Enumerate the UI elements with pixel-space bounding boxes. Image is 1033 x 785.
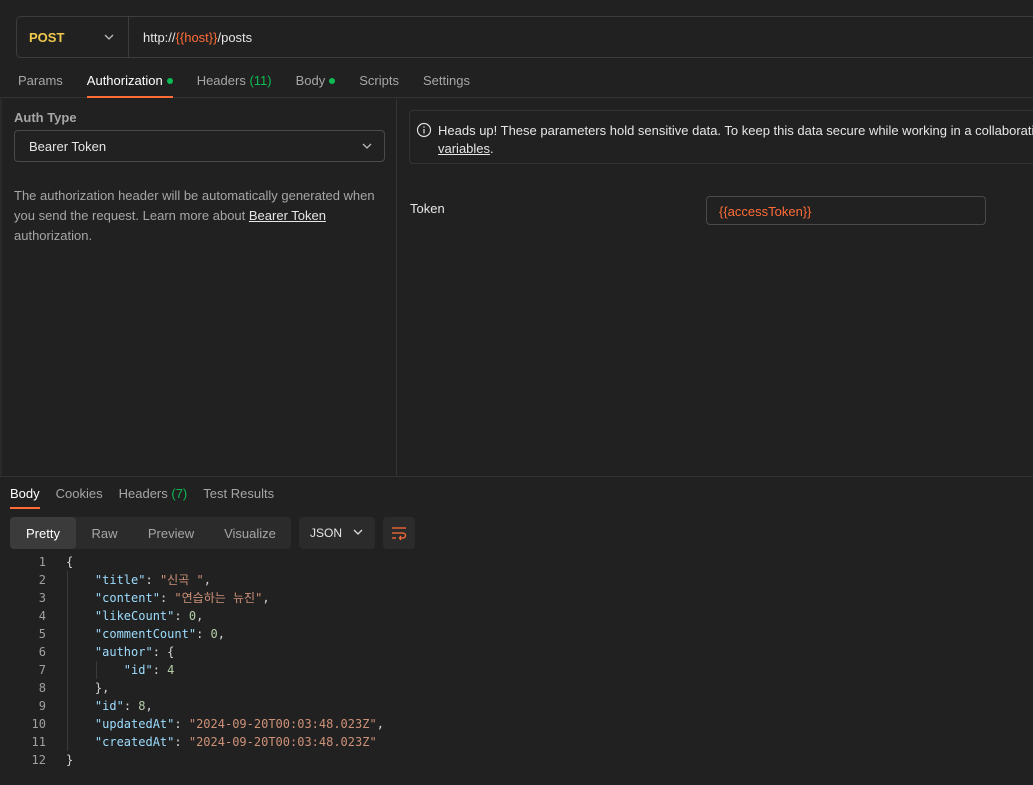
tab-label: Params: [18, 73, 63, 88]
code-line: 9 "id": 8,: [0, 697, 1033, 715]
code-line: 12}: [0, 751, 1033, 769]
code-line: 7 "id": 4: [0, 661, 1033, 679]
bearer-token-link[interactable]: Bearer Token: [249, 208, 326, 223]
token-input[interactable]: {{accessToken}}: [706, 196, 986, 225]
tab-label: Body: [295, 73, 326, 88]
tab-params[interactable]: Params: [18, 62, 63, 98]
code-line: 6 "author": {: [0, 643, 1033, 661]
response-body-editor[interactable]: 1{2 "title": "신곡 ", 3 "content": "연습하는 뉴진…: [0, 553, 1033, 769]
wrap-lines-icon: [392, 527, 407, 541]
code-text: "title": "신곡 ",: [94, 573, 211, 587]
wrap-lines-button[interactable]: [383, 517, 415, 549]
view-pretty[interactable]: Pretty: [10, 517, 76, 549]
format-select[interactable]: JSON: [299, 517, 375, 549]
tab-label: Headers: [196, 73, 246, 88]
code-text: "commentCount": 0,: [94, 627, 225, 641]
code-line: 3 "content": "연습하는 뉴진",: [0, 589, 1033, 607]
line-number: 7: [38, 663, 46, 677]
line-number: 2: [38, 573, 46, 587]
alert-line: Heads up! These parameters hold sensitiv…: [438, 123, 1033, 138]
line-number: 10: [31, 717, 46, 731]
code-text: "likeCount": 0,: [94, 609, 204, 623]
line-number: 3: [38, 591, 46, 605]
code-text: "content": "연습하는 뉴진",: [94, 591, 270, 605]
method-label: POST: [29, 29, 65, 45]
url-suffix: /posts: [217, 29, 253, 45]
code-text: {: [66, 555, 74, 569]
code-text: "id": 8,: [94, 699, 153, 713]
alert-line-end: .: [490, 141, 494, 156]
line-number: 6: [38, 645, 46, 659]
method-select[interactable]: POST: [17, 17, 129, 57]
tab-label: Headers: [118, 486, 168, 501]
chevron-down-icon: [362, 143, 372, 149]
token-label: Token: [410, 201, 445, 216]
sensitive-data-alert: Heads up! These parameters hold sensitiv…: [409, 110, 1033, 164]
tab-response-body[interactable]: Body: [10, 477, 40, 509]
code-line: 5 "commentCount": 0,: [0, 625, 1033, 643]
tab-count: (7): [171, 486, 188, 501]
auth-type-value: Bearer Token: [29, 138, 107, 154]
view-visualize[interactable]: Visualize: [209, 517, 291, 549]
tab-label: Settings: [422, 73, 470, 88]
tab-label: Authorization: [86, 73, 163, 88]
auth-settings-pane: Auth Type Bearer Token The authorization…: [0, 99, 397, 476]
line-number: 11: [31, 735, 46, 749]
code-text: "id": 4: [123, 663, 175, 677]
code-text: "createdAt": "2024-09-20T00:03:48.023Z": [94, 735, 377, 749]
code-line: 1{: [0, 553, 1033, 571]
tab-label: Scripts: [359, 73, 399, 88]
tab-cookies[interactable]: Cookies: [56, 477, 103, 509]
line-number: 8: [38, 681, 46, 695]
format-value: JSON: [310, 526, 343, 540]
tab-authorization[interactable]: Authorization: [86, 62, 173, 98]
tab-label: Body: [10, 486, 40, 501]
code-line: 8 },: [0, 679, 1033, 697]
tab-count: (11): [249, 73, 272, 88]
line-number: 12: [31, 753, 46, 767]
line-number: 4: [38, 609, 46, 623]
status-dot: [329, 78, 336, 84]
auth-description: The authorization header will be automat…: [14, 186, 386, 246]
auth-type-select[interactable]: Bearer Token: [14, 130, 385, 162]
code-text: },: [66, 681, 110, 695]
code-line: 10 "updatedAt": "2024-09-20T00:03:48.023…: [0, 715, 1033, 733]
tab-label: Test Results: [203, 486, 275, 501]
view-preview[interactable]: Preview: [133, 517, 209, 549]
line-number: 5: [38, 627, 46, 641]
url-bar: POST http://{{host}}/posts: [16, 16, 1033, 58]
tab-headers[interactable]: Headers (11): [197, 62, 272, 98]
tab-body[interactable]: Body: [296, 62, 336, 98]
request-tabs: Params Authorization Headers (11) Body S…: [0, 62, 1033, 98]
view-mode-segmented: Pretty Raw Preview Visualize: [10, 517, 291, 549]
tab-response-headers[interactable]: Headers (7): [119, 477, 188, 509]
url-variable: {{host}}: [175, 29, 218, 45]
chevron-down-icon: [104, 34, 114, 40]
alert-text: Heads up! These parameters hold sensitiv…: [438, 122, 1033, 158]
line-number: 9: [38, 699, 46, 713]
info-icon: [416, 122, 432, 138]
code-text: "author": {: [94, 645, 175, 659]
line-number: 1: [38, 555, 46, 569]
code-line: 11 "createdAt": "2024-09-20T00:03:48.023…: [0, 733, 1033, 751]
auth-type-label: Auth Type: [14, 110, 77, 125]
url-prefix: http://: [143, 29, 176, 45]
code-text: "updatedAt": "2024-09-20T00:03:48.023Z",: [94, 717, 384, 731]
tab-settings[interactable]: Settings: [423, 62, 470, 98]
status-dot: [166, 78, 173, 84]
url-input[interactable]: http://{{host}}/posts: [129, 30, 252, 45]
code-line: 4 "likeCount": 0,: [0, 607, 1033, 625]
code-line: 2 "title": "신곡 ",: [0, 571, 1033, 589]
response-tabs: Body Cookies Headers (7) Test Results: [10, 477, 290, 509]
tab-scripts[interactable]: Scripts: [359, 62, 399, 98]
code-text: }: [66, 753, 74, 767]
tab-test-results[interactable]: Test Results: [203, 477, 274, 509]
view-raw[interactable]: Raw: [76, 517, 133, 549]
auth-desc-text-end: authorization.: [14, 228, 93, 243]
variables-link[interactable]: variables: [438, 141, 490, 156]
chevron-down-icon: [353, 529, 363, 535]
tab-label: Cookies: [55, 486, 103, 501]
